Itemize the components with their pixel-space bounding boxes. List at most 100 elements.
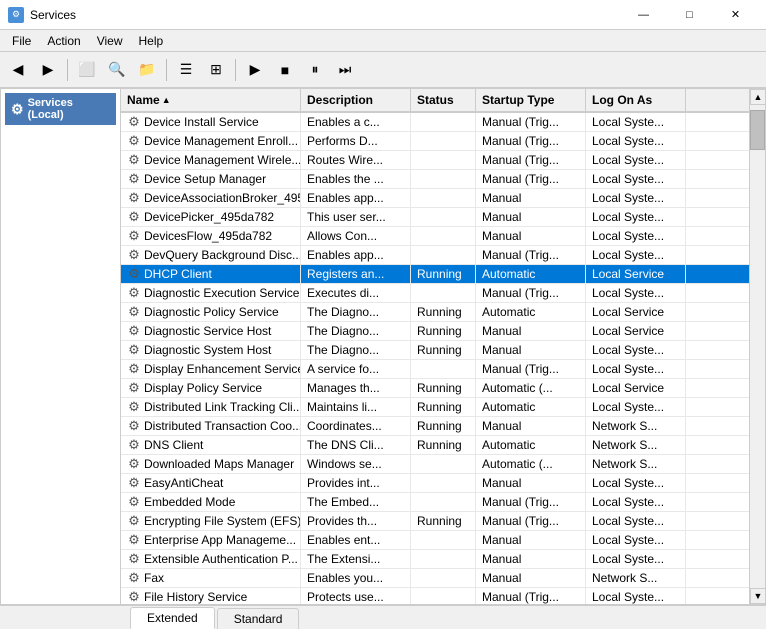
scroll-track[interactable] <box>750 105 765 588</box>
title-bar: ⚙ Services — □ ✕ <box>0 0 766 30</box>
table-row[interactable]: ⚙ Downloaded Maps Manager Windows se... … <box>121 455 749 474</box>
right-scrollbar[interactable]: ▲ ▼ <box>749 89 765 604</box>
tb-sep1 <box>67 59 68 81</box>
cell-logon: Local Syste... <box>586 341 686 359</box>
col-status[interactable]: Status <box>411 89 476 111</box>
col-name[interactable]: Name ▲ <box>121 89 301 111</box>
menu-view[interactable]: View <box>89 32 131 50</box>
table-row[interactable]: ⚙ Fax Enables you... Manual Network S... <box>121 569 749 588</box>
cell-name: ⚙ Diagnostic System Host <box>121 341 301 359</box>
menu-action[interactable]: Action <box>39 32 88 50</box>
cell-logon: Local Syste... <box>586 132 686 150</box>
cell-description: Maintains li... <box>301 398 411 416</box>
cell-status <box>411 550 476 568</box>
table-row[interactable]: ⚙ Enterprise App Manageme... Enables ent… <box>121 531 749 550</box>
table-row[interactable]: ⚙ DevQuery Background Disc... Enables ap… <box>121 246 749 265</box>
tb-search-btn[interactable]: 🔍 <box>103 56 131 84</box>
tb-play[interactable]: ▶ <box>241 56 269 84</box>
table-row[interactable]: ⚙ Diagnostic System Host The Diagno... R… <box>121 341 749 360</box>
cell-name: ⚙ File History Service <box>121 588 301 604</box>
table-row[interactable]: ⚙ Embedded Mode The Embed... Manual (Tri… <box>121 493 749 512</box>
table-row[interactable]: ⚙ Diagnostic Execution Service Executes … <box>121 284 749 303</box>
cell-description: Windows se... <box>301 455 411 473</box>
table-row[interactable]: ⚙ DevicesFlow_495da782 Allows Con... Man… <box>121 227 749 246</box>
main-container: ⚙ Services (Local) Name ▲ Description St… <box>0 88 766 605</box>
cell-logon: Network S... <box>586 455 686 473</box>
cell-name: ⚙ DHCP Client <box>121 265 301 283</box>
tb-folders[interactable]: 📁 <box>133 56 161 84</box>
tb-pause[interactable]: ⏸ <box>301 56 329 84</box>
cell-description: The Embed... <box>301 493 411 511</box>
cell-logon: Local Syste... <box>586 474 686 492</box>
tb-restart[interactable]: ⏭ <box>331 56 359 84</box>
table-row[interactable]: ⚙ Device Setup Manager Enables the ... M… <box>121 170 749 189</box>
cell-name: ⚙ Diagnostic Policy Service <box>121 303 301 321</box>
close-button[interactable]: ✕ <box>713 0 758 30</box>
service-icon: ⚙ <box>127 400 141 414</box>
maximize-button[interactable]: □ <box>667 0 712 30</box>
cell-startup: Manual <box>476 474 586 492</box>
table-row[interactable]: ⚙ Distributed Transaction Coo... Coordin… <box>121 417 749 436</box>
cell-status <box>411 455 476 473</box>
cell-startup: Manual <box>476 227 586 245</box>
menu-file[interactable]: File <box>4 32 39 50</box>
cell-name: ⚙ Embedded Mode <box>121 493 301 511</box>
tb-up[interactable]: ⬜ <box>73 56 101 84</box>
cell-description: Enables ent... <box>301 531 411 549</box>
table-row[interactable]: ⚙ Distributed Link Tracking Cli... Maint… <box>121 398 749 417</box>
table-row[interactable]: ⚙ Encrypting File System (EFS) Provides … <box>121 512 749 531</box>
cell-name: ⚙ Distributed Transaction Coo... <box>121 417 301 435</box>
minimize-button[interactable]: — <box>621 0 666 30</box>
cell-logon: Local Syste... <box>586 246 686 264</box>
table-row[interactable]: ⚙ EasyAntiCheat Provides int... Manual L… <box>121 474 749 493</box>
table-row[interactable]: ⚙ File History Service Protects use... M… <box>121 588 749 604</box>
tb-view2[interactable]: ⊞ <box>202 56 230 84</box>
cell-status: Running <box>411 303 476 321</box>
scroll-down[interactable]: ▼ <box>750 588 766 604</box>
menu-help[interactable]: Help <box>131 32 172 50</box>
cell-status <box>411 113 476 131</box>
table-row[interactable]: ⚙ Diagnostic Service Host The Diagno... … <box>121 322 749 341</box>
tb-back[interactable]: ◀ <box>4 56 32 84</box>
col-startup[interactable]: Startup Type <box>476 89 586 111</box>
cell-name: ⚙ Encrypting File System (EFS) <box>121 512 301 530</box>
service-icon: ⚙ <box>127 210 141 224</box>
scroll-thumb[interactable] <box>750 110 765 150</box>
cell-logon: Local Syste... <box>586 531 686 549</box>
cell-name: ⚙ Display Policy Service <box>121 379 301 397</box>
table-row[interactable]: ⚙ Diagnostic Policy Service The Diagno..… <box>121 303 749 322</box>
cell-logon: Network S... <box>586 436 686 454</box>
table-row[interactable]: ⚙ Display Policy Service Manages th... R… <box>121 379 749 398</box>
tab-extended[interactable]: Extended <box>130 607 215 629</box>
table-row[interactable]: ⚙ Extensible Authentication P... The Ext… <box>121 550 749 569</box>
tb-view1[interactable]: ☰ <box>172 56 200 84</box>
table-row[interactable]: ⚙ Device Management Wirele... Routes Wir… <box>121 151 749 170</box>
service-icon: ⚙ <box>127 286 141 300</box>
scroll-up[interactable]: ▲ <box>750 89 766 105</box>
menu-bar: File Action View Help <box>0 30 766 52</box>
col-description[interactable]: Description <box>301 89 411 111</box>
table-row[interactable]: ⚙ DeviceAssociationBroker_495... Enables… <box>121 189 749 208</box>
tab-standard[interactable]: Standard <box>217 608 300 629</box>
table-row[interactable]: ⚙ DNS Client The DNS Cli... Running Auto… <box>121 436 749 455</box>
left-panel: ⚙ Services (Local) <box>1 89 121 604</box>
table-row[interactable]: ⚙ Device Install Service Enables a c... … <box>121 113 749 132</box>
cell-description: Provides th... <box>301 512 411 530</box>
table-row[interactable]: ⚙ DHCP Client Registers an... Running Au… <box>121 265 749 284</box>
bottom-tabs: Extended Standard <box>0 605 766 629</box>
table-body[interactable]: ⚙ Device Install Service Enables a c... … <box>121 113 749 604</box>
title-bar-controls: — □ ✕ <box>621 0 758 30</box>
cell-logon: Network S... <box>586 569 686 587</box>
table-row[interactable]: ⚙ Device Management Enroll... Performs D… <box>121 132 749 151</box>
cell-description: Registers an... <box>301 265 411 283</box>
cell-status: Running <box>411 341 476 359</box>
tb-stop[interactable]: ■ <box>271 56 299 84</box>
cell-status: Running <box>411 417 476 435</box>
tb-forward[interactable]: ▶ <box>34 56 62 84</box>
window-title: Services <box>30 8 76 22</box>
table-row[interactable]: ⚙ DevicePicker_495da782 This user ser...… <box>121 208 749 227</box>
table-row[interactable]: ⚙ Display Enhancement Service A service … <box>121 360 749 379</box>
service-icon: ⚙ <box>127 153 141 167</box>
col-logon[interactable]: Log On As <box>586 89 686 111</box>
cell-name: ⚙ Downloaded Maps Manager <box>121 455 301 473</box>
